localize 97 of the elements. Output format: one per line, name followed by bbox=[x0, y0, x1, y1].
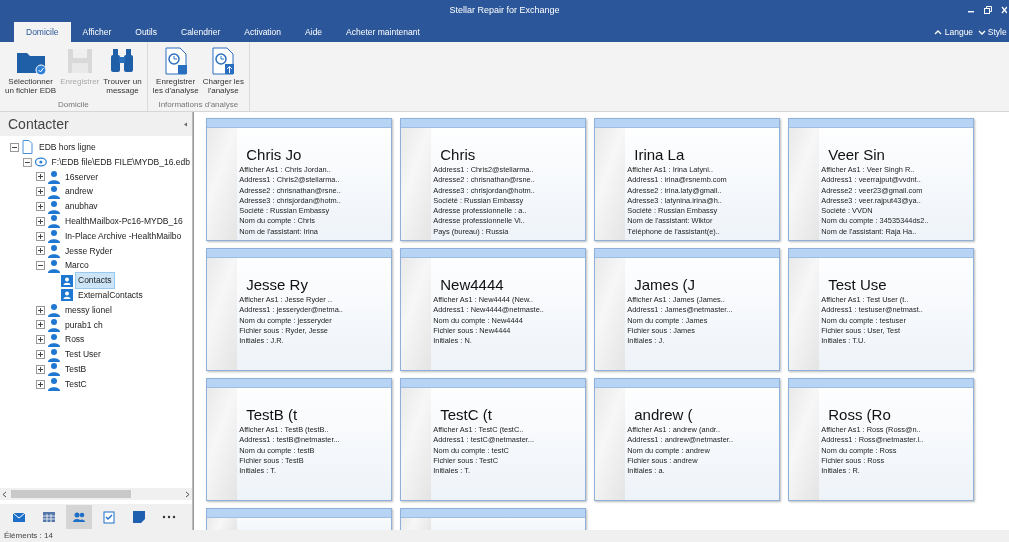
tree-item[interactable]: Contacts bbox=[76, 273, 114, 288]
group-label: Domicile bbox=[57, 99, 90, 111]
collapse-icon[interactable] bbox=[10, 142, 19, 152]
tree-item[interactable]: TestC bbox=[63, 376, 89, 392]
people-icon bbox=[72, 510, 86, 524]
tree-item[interactable]: 16server bbox=[63, 169, 101, 185]
person-icon bbox=[47, 317, 61, 332]
ribbon-tab[interactable]: Activation bbox=[232, 22, 294, 42]
person-icon bbox=[47, 184, 61, 199]
person-icon bbox=[47, 347, 61, 362]
contact-card[interactable] bbox=[788, 118, 974, 241]
scroll-left-icon[interactable] bbox=[2, 490, 8, 498]
pane-title: Contacter bbox=[8, 114, 69, 134]
ribbon-tab[interactable]: Acheter maintenant bbox=[334, 22, 432, 42]
tree-item[interactable]: Marco bbox=[63, 258, 91, 274]
contact-name: TestC (t bbox=[440, 406, 493, 424]
ribbon-tab[interactable]: Afficher bbox=[70, 22, 124, 42]
person-icon bbox=[47, 258, 61, 273]
contact-card-icon bbox=[60, 273, 74, 288]
note-icon bbox=[132, 510, 146, 524]
person-icon bbox=[47, 332, 61, 347]
contact-card[interactable] bbox=[206, 118, 392, 241]
restore-icon[interactable] bbox=[983, 6, 992, 14]
tree-item[interactable]: messy lionel bbox=[63, 302, 114, 318]
mail-icon bbox=[12, 510, 26, 524]
tree-item[interactable]: Test User bbox=[63, 347, 103, 362]
person-icon bbox=[47, 243, 61, 258]
database-icon bbox=[33, 155, 48, 170]
status-text: Éléments : 14 bbox=[0, 530, 1009, 542]
group-label: Informations d'analyse bbox=[157, 99, 240, 111]
expand-icon[interactable] bbox=[36, 216, 45, 226]
calendar-icon bbox=[42, 510, 56, 524]
tree-item[interactable]: Ross bbox=[63, 332, 87, 348]
expand-icon[interactable] bbox=[36, 379, 45, 389]
menu-link[interactable]: Langue bbox=[944, 25, 974, 39]
caret-icon[interactable] bbox=[934, 28, 943, 36]
contact-name: andrew ( bbox=[634, 406, 694, 424]
tree-item[interactable]: ExternalContacts bbox=[76, 287, 145, 303]
contact-name: James (J bbox=[634, 276, 697, 294]
expand-icon[interactable] bbox=[36, 335, 45, 345]
scroll-right-icon[interactable] bbox=[184, 490, 190, 498]
window-title: Stellar Repair for Exchange bbox=[449, 4, 560, 17]
contact-name: Jesse Ry bbox=[246, 276, 309, 294]
contact-card[interactable] bbox=[594, 118, 780, 241]
expand-icon[interactable] bbox=[36, 364, 45, 374]
person-icon bbox=[47, 170, 61, 184]
contact-name: TestB (t bbox=[246, 406, 299, 424]
expand-icon[interactable] bbox=[36, 350, 45, 360]
tree-item[interactable]: anubhav bbox=[63, 199, 100, 214]
person-icon bbox=[47, 362, 61, 377]
ribbon-tab[interactable]: Calendrier bbox=[169, 22, 233, 42]
expand-icon[interactable] bbox=[36, 172, 45, 182]
contact-name: Veer Sin bbox=[828, 146, 886, 164]
tree-item[interactable]: F:\EDB file\EDB FILE\MYDB_16.edb bbox=[49, 154, 192, 170]
contact-name: Chris bbox=[440, 146, 477, 164]
expand-icon[interactable] bbox=[36, 202, 45, 212]
contact-name: Ross (Ro bbox=[828, 406, 892, 424]
tree-item[interactable]: EDB hors ligne bbox=[37, 140, 98, 155]
expand-icon[interactable] bbox=[36, 305, 45, 315]
person-icon bbox=[47, 303, 61, 318]
collapse-icon[interactable] bbox=[182, 121, 188, 127]
clipboard-check-icon bbox=[102, 510, 116, 524]
tree-item[interactable]: In-Place Archive -HealthMailbo bbox=[63, 228, 184, 244]
document-icon bbox=[21, 140, 35, 155]
contact-name: Chris Jo bbox=[246, 146, 303, 164]
scrollbar-thumb[interactable] bbox=[11, 490, 132, 498]
caret-icon[interactable] bbox=[977, 28, 986, 36]
person-icon bbox=[47, 214, 61, 229]
person-icon bbox=[47, 377, 61, 392]
tree-item[interactable]: andrew bbox=[63, 184, 95, 200]
collapse-icon[interactable] bbox=[36, 261, 45, 271]
contact-card-icon bbox=[60, 288, 74, 303]
tree-item[interactable]: TestB bbox=[63, 361, 89, 377]
ribbon-button[interactable]: Sélectionner un fichier EDB bbox=[3, 44, 59, 97]
contact-name: Irina La bbox=[634, 146, 686, 164]
menu-link[interactable]: Style bbox=[987, 25, 1007, 39]
expand-icon[interactable] bbox=[36, 246, 45, 256]
contact-card[interactable] bbox=[400, 118, 586, 241]
ribbon-tab[interactable]: Outils bbox=[123, 22, 169, 42]
ribbon-button[interactable]: Charger les l'analyse bbox=[200, 44, 246, 97]
tree-item[interactable]: purab1 ch bbox=[63, 317, 105, 333]
ribbon-tab[interactable]: Aide bbox=[293, 22, 335, 42]
contact-name: New4444 bbox=[440, 276, 505, 294]
collapse-icon[interactable] bbox=[23, 157, 32, 167]
person-icon bbox=[47, 229, 61, 244]
ribbon-button[interactable]: Trouver un message bbox=[101, 44, 144, 97]
tree-item[interactable]: HealthMailbox-Pc16-MYDB_16 bbox=[63, 214, 185, 229]
contact-name: Test Use bbox=[828, 276, 888, 294]
close-icon[interactable] bbox=[1000, 6, 1007, 14]
expand-icon[interactable] bbox=[36, 231, 45, 241]
expand-icon[interactable] bbox=[36, 320, 45, 330]
person-icon bbox=[47, 199, 61, 214]
nav-button[interactable] bbox=[66, 505, 92, 529]
ribbon-button[interactable]: Enregistrer les d'analyse bbox=[150, 44, 201, 97]
expand-icon[interactable] bbox=[36, 187, 45, 197]
ribbon-tab[interactable]: Domicile bbox=[14, 22, 71, 42]
tree-item[interactable]: Jesse Ryder bbox=[63, 243, 115, 259]
